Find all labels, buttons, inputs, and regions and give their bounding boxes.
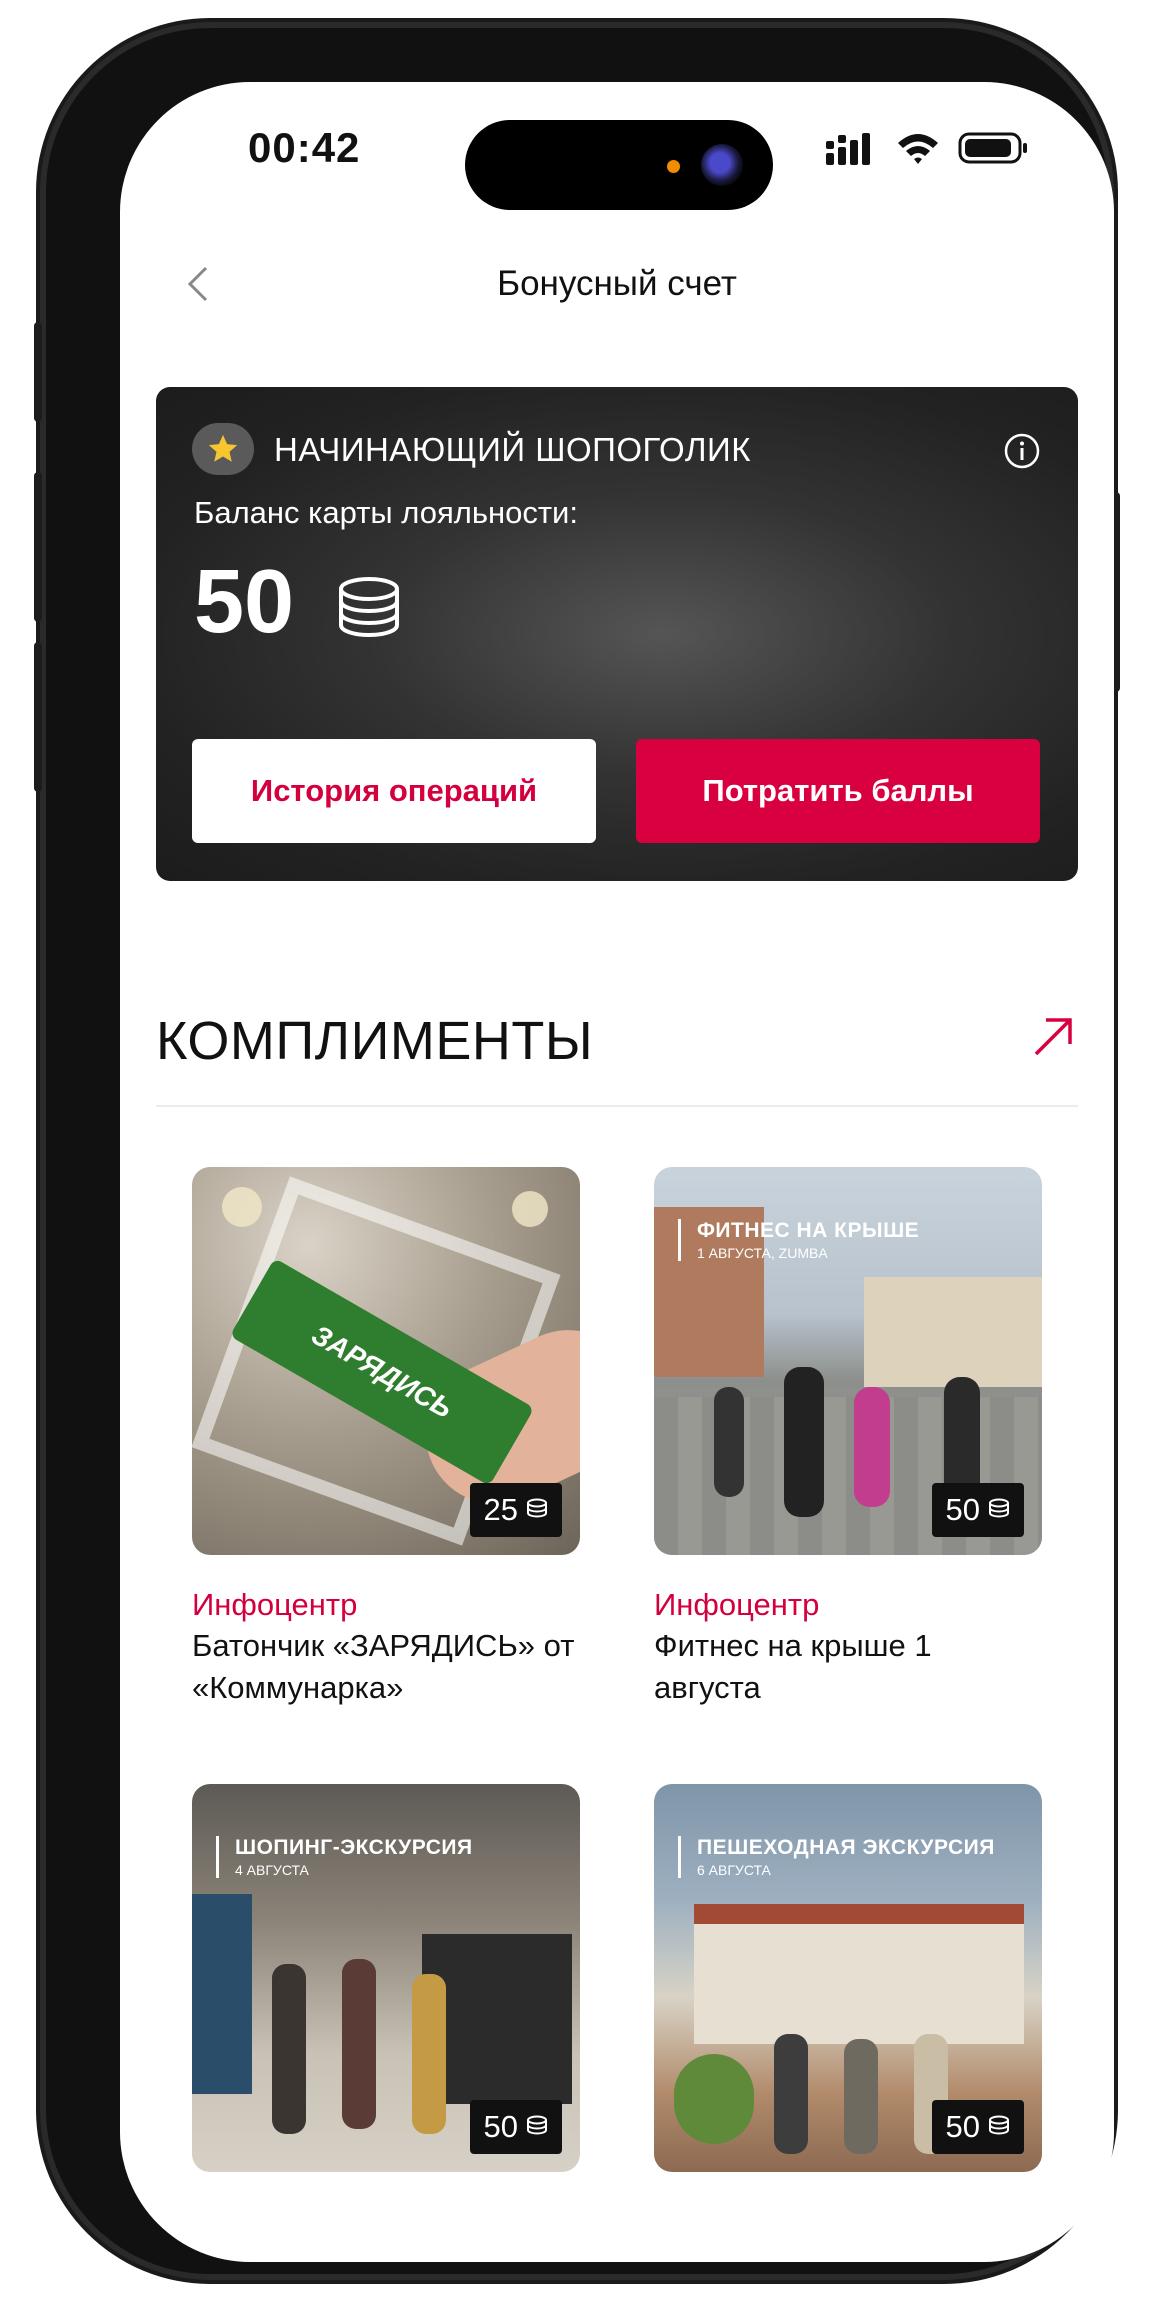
battery-icon xyxy=(958,132,1027,164)
overlay-subtitle-text: 1 АВГУСТА, ZUMBA xyxy=(697,1245,828,1261)
nav-bar: Бонусный счет xyxy=(120,252,1114,332)
price-badge: 50 xyxy=(931,1483,1024,1537)
compliment-category: Инфоцентр xyxy=(192,1587,358,1622)
price-badge: 50 xyxy=(931,2100,1024,2154)
status-time: 00:42 xyxy=(248,124,361,171)
coins-icon xyxy=(527,2115,547,2135)
coins-icon xyxy=(339,577,399,638)
overlay-subtitle-text: 6 АВГУСТА xyxy=(697,1862,771,1878)
dynamic-island xyxy=(465,120,773,210)
image-overlay-title: ФИТНЕС НА КРЫШЕ 1 АВГУСТА, ZUMBA xyxy=(678,1219,919,1261)
compliment-image: ФИТНЕС НА КРЫШЕ 1 АВГУСТА, ZUMBA 50 xyxy=(654,1167,1042,1555)
compliment-image: ЗАРЯДИСЬ 25 xyxy=(192,1167,580,1555)
balance-value: 50 xyxy=(194,552,295,652)
balance-label: Баланс карты лояльности: xyxy=(194,495,578,530)
compliment-name: Батончик «ЗАРЯДИСЬ» от «Коммунарка» xyxy=(192,1628,575,1705)
compliment-card[interactable]: ШОПИНГ-ЭКСКУРСИЯ 4 АВГУСТА 50 xyxy=(192,1784,580,2172)
price-value: 50 xyxy=(945,1492,980,1527)
star-icon xyxy=(208,434,238,462)
overlay-title-text: ПЕШЕХОДНАЯ ЭКСКУРСИЯ xyxy=(697,1836,995,1859)
compliment-name: Фитнес на крыше 1 августа xyxy=(654,1628,932,1705)
level-badge xyxy=(192,423,254,475)
history-button[interactable]: История операций xyxy=(192,739,596,843)
compliment-card[interactable]: ФИТНЕС НА КРЫШЕ 1 АВГУСТА, ZUMBA 50 Инфо… xyxy=(654,1167,1042,1709)
loyalty-level: НАЧИНАЮЩИЙ ШОПОГОЛИК xyxy=(274,431,751,468)
compliment-image: ПЕШЕХОДНАЯ ЭКСКУРСИЯ 6 АВГУСТА 50 xyxy=(654,1784,1042,2172)
privacy-indicator xyxy=(667,160,680,173)
coins-icon xyxy=(527,1498,547,1518)
compliment-category: Инфоцентр xyxy=(654,1587,820,1622)
overlay-title-text: ШОПИНГ-ЭКСКУРСИЯ xyxy=(235,1836,473,1859)
loyalty-card: НАЧИНАЮЩИЙ ШОПОГОЛИК Баланс карты лояльн… xyxy=(156,387,1078,881)
compliment-card[interactable]: ПЕШЕХОДНАЯ ЭКСКУРСИЯ 6 АВГУСТА 50 xyxy=(654,1784,1042,2172)
page-title: Бонусный счет xyxy=(497,264,737,303)
price-badge: 25 xyxy=(469,1483,562,1537)
overlay-title-text: ФИТНЕС НА КРЫШЕ xyxy=(697,1219,920,1242)
image-overlay-title: ПЕШЕХОДНАЯ ЭКСКУРСИЯ 6 АВГУСТА xyxy=(678,1836,995,1878)
signal-icon xyxy=(826,133,870,165)
price-badge: 50 xyxy=(469,2100,562,2154)
coins-icon xyxy=(989,2115,1009,2135)
image-overlay-title: ШОПИНГ-ЭКСКУРСИЯ 4 АВГУСТА xyxy=(216,1836,473,1878)
volume-up-button xyxy=(34,472,42,622)
price-value: 50 xyxy=(945,2109,980,2144)
compliment-card[interactable]: ЗАРЯДИСЬ 25 Инфоцентр Батончик «ЗАРЯДИСЬ… xyxy=(192,1167,580,1709)
spend-points-button[interactable]: Потратить баллы xyxy=(636,739,1040,843)
status-icons xyxy=(826,130,1030,166)
price-value: 50 xyxy=(483,2109,518,2144)
coins-icon xyxy=(989,1498,1009,1518)
wifi-icon xyxy=(898,134,938,164)
volume-down-button xyxy=(34,642,42,792)
section-title: КОМПЛИМЕНТЫ xyxy=(156,1011,594,1071)
overlay-subtitle-text: 4 АВГУСТА xyxy=(235,1862,309,1878)
divider xyxy=(156,1105,1078,1107)
arrow-up-right-icon[interactable] xyxy=(1028,1012,1078,1062)
price-value: 25 xyxy=(483,1492,518,1527)
camera-lens xyxy=(701,144,743,186)
screen: 00:42 Бонусный счет НАЧИНАЮЩИЙ ШОПОГОЛИК… xyxy=(120,82,1114,2262)
info-icon[interactable] xyxy=(1002,431,1042,471)
phone-frame: 00:42 Бонусный счет НАЧИНАЮЩИЙ ШОПОГОЛИК… xyxy=(34,22,1120,2280)
compliment-image: ШОПИНГ-ЭКСКУРСИЯ 4 АВГУСТА 50 xyxy=(192,1784,580,2172)
action-button xyxy=(34,322,42,422)
